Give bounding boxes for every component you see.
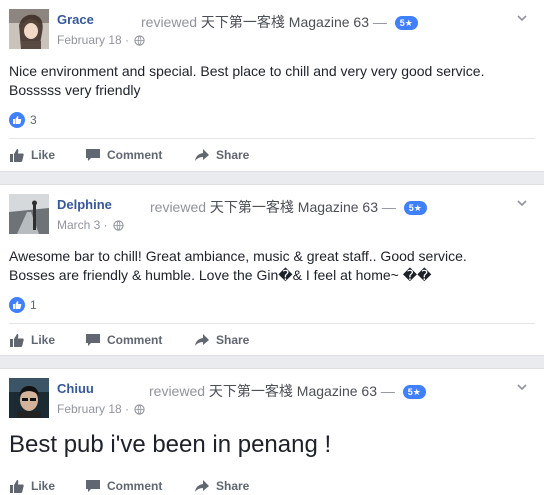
share-button[interactable]: Share <box>194 146 249 164</box>
comment-label: Comment <box>107 148 163 162</box>
thumbs-up-icon <box>9 112 25 128</box>
dash: — <box>381 199 396 215</box>
globe-icon <box>113 219 124 231</box>
comment-icon <box>86 149 100 161</box>
author-name[interactable]: Grace <box>57 12 94 27</box>
review-text: Nice environment and special. Best place… <box>9 63 485 98</box>
reaction-summary[interactable]: 3 <box>9 112 37 128</box>
post-date[interactable]: February 18 · <box>57 402 129 416</box>
thumbs-up-icon <box>10 333 24 347</box>
rating-badge: 5★ <box>394 16 418 30</box>
comment-icon <box>86 334 100 346</box>
review-feed: Grace reviewed 天下第一客棧 Magazine 63 — 5★ F… <box>0 0 544 495</box>
thumbs-up-icon <box>10 148 24 162</box>
share-icon <box>195 334 209 346</box>
post-actions: Like Comment Share <box>9 146 249 164</box>
globe-icon <box>134 34 145 46</box>
review-post: Chiuu reviewed 天下第一客棧 Magazine 63 — 5★ F… <box>0 368 544 495</box>
share-icon <box>195 480 209 492</box>
like-label: Like <box>31 479 56 493</box>
review-action: reviewed 天下第一客棧 Magazine 63 — 5★ <box>141 12 418 32</box>
like-count: 1 <box>30 298 37 312</box>
like-button[interactable]: Like <box>9 331 85 349</box>
thumbs-up-icon <box>10 479 24 493</box>
review-verb: reviewed <box>141 14 198 30</box>
post-actions: Like Comment Share <box>9 477 249 495</box>
share-icon <box>195 149 209 161</box>
page-link[interactable]: 天下第一客棧 Magazine 63 <box>210 199 378 215</box>
review-action: reviewed 天下第一客棧 Magazine 63 — 5★ <box>150 197 427 217</box>
dash: — <box>380 383 395 399</box>
post-meta: February 18 · <box>57 33 145 47</box>
avatar[interactable] <box>9 9 49 49</box>
author-name[interactable]: Delphine <box>57 197 112 212</box>
avatar[interactable] <box>9 378 49 418</box>
rating-badge: 5★ <box>403 201 427 215</box>
post-meta: March 3 · <box>57 218 124 232</box>
post-meta: February 18 · <box>57 402 145 416</box>
globe-icon <box>134 403 145 415</box>
review-verb: reviewed <box>149 383 206 399</box>
post-actions: Like Comment Share <box>9 331 249 349</box>
review-text: Awesome bar to chill! Great ambiance, mu… <box>9 248 467 283</box>
review-post: Delphine reviewed 天下第一客棧 Magazine 63 — 5… <box>0 184 544 356</box>
comment-label: Comment <box>107 333 163 347</box>
divider <box>9 138 535 139</box>
comment-button[interactable]: Comment <box>85 477 194 495</box>
chevron-down-icon[interactable] <box>516 12 528 24</box>
share-button[interactable]: Share <box>194 331 249 349</box>
like-button[interactable]: Like <box>9 146 85 164</box>
rating-badge: 5★ <box>402 385 426 399</box>
author-name[interactable]: Chiuu <box>57 381 94 396</box>
share-label: Share <box>216 479 250 493</box>
comment-label: Comment <box>107 479 163 493</box>
share-label: Share <box>216 333 250 347</box>
like-label: Like <box>31 148 56 162</box>
review-action: reviewed 天下第一客棧 Magazine 63 — 5★ <box>149 381 426 401</box>
avatar[interactable] <box>9 194 49 234</box>
post-date[interactable]: February 18 · <box>57 33 129 47</box>
comment-button[interactable]: Comment <box>85 331 194 349</box>
review-post: Grace reviewed 天下第一客棧 Magazine 63 — 5★ F… <box>0 0 544 172</box>
like-count: 3 <box>30 113 37 127</box>
comment-button[interactable]: Comment <box>85 146 194 164</box>
page-link[interactable]: 天下第一客棧 Magazine 63 <box>201 14 369 30</box>
comment-icon <box>86 480 100 492</box>
chevron-down-icon[interactable] <box>516 197 528 209</box>
post-date[interactable]: March 3 · <box>57 218 108 232</box>
review-verb: reviewed <box>150 199 207 215</box>
share-button[interactable]: Share <box>194 477 249 495</box>
page-link[interactable]: 天下第一客棧 Magazine 63 <box>209 383 377 399</box>
like-label: Like <box>31 333 56 347</box>
dash: — <box>372 14 387 30</box>
like-button[interactable]: Like <box>9 477 85 495</box>
thumbs-up-icon <box>9 297 25 313</box>
reaction-summary[interactable]: 1 <box>9 297 37 313</box>
divider <box>9 323 535 324</box>
review-text: Best pub i've been in penang ! <box>9 431 332 458</box>
chevron-down-icon[interactable] <box>516 381 528 393</box>
share-label: Share <box>216 148 250 162</box>
